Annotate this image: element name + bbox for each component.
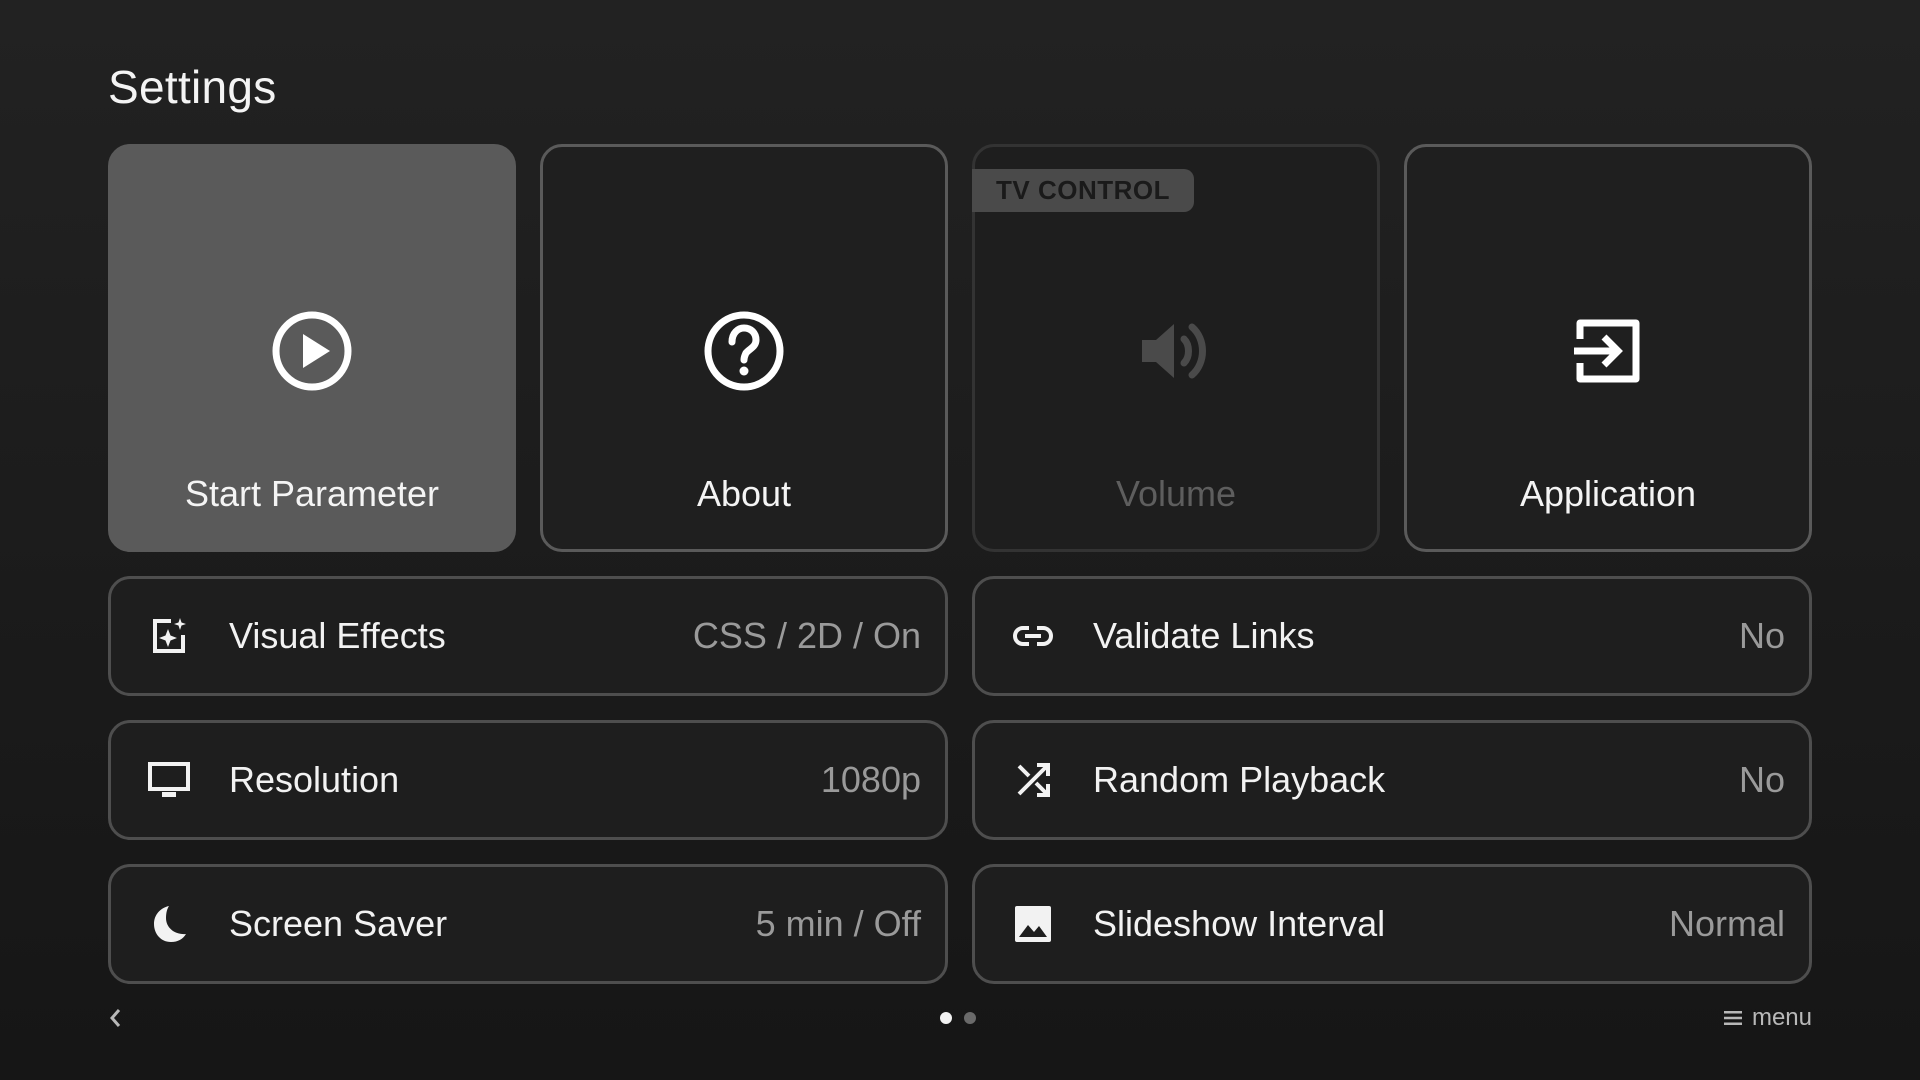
exit-to-app-icon [1564,307,1652,395]
page-indicator [940,1012,976,1024]
page-title: Settings [108,61,277,113]
setting-value: 5 min / Off [755,903,921,944]
setting-random-playback[interactable]: Random Playback No [972,720,1812,840]
sparkle-image-icon [147,614,191,658]
play-circle-icon [268,307,356,395]
setting-label: Validate Links [1093,615,1315,656]
tile-label: Start Parameter [184,473,440,514]
setting-value: No [1738,759,1785,800]
monitor-icon [147,758,191,802]
setting-value: Normal [1668,903,1785,944]
chevron-left-icon[interactable] [104,1003,126,1033]
setting-label: Visual Effects [229,615,446,656]
tile-grid: Start Parameter About TV CONTROL Volume [108,144,1812,552]
setting-label: Random Playback [1093,759,1386,800]
setting-label: Resolution [229,759,400,800]
link-icon [1011,614,1055,658]
setting-value: CSS / 2D / On [692,615,921,656]
page-dot [964,1012,976,1024]
setting-screen-saver[interactable]: Screen Saver 5 min / Off [108,864,948,984]
menu-label: menu [1751,1004,1812,1031]
settings-list: Visual Effects CSS / 2D / On Validate Li… [108,576,1812,984]
setting-label: Slideshow Interval [1093,903,1386,944]
setting-value: 1080p [820,759,921,800]
tile-volume[interactable]: TV CONTROL Volume [972,144,1380,552]
setting-visual-effects[interactable]: Visual Effects CSS / 2D / On [108,576,948,696]
page-dot-active [940,1012,952,1024]
setting-validate-links[interactable]: Validate Links No [972,576,1812,696]
shuffle-icon [1011,758,1055,802]
tile-application[interactable]: Application [1404,144,1812,552]
help-circle-icon [700,307,788,395]
setting-value: No [1738,615,1785,656]
hamburger-menu-icon [1723,1011,1742,1025]
setting-label: Screen Saver [229,903,448,944]
setting-slideshow-interval[interactable]: Slideshow Interval Normal [972,864,1812,984]
image-icon [1011,902,1055,946]
tile-about[interactable]: About [540,144,948,552]
volume-icon [1132,307,1220,395]
menu-button[interactable]: menu [1723,1004,1812,1032]
setting-resolution[interactable]: Resolution 1080p [108,720,948,840]
tile-label: About [696,473,792,514]
tile-start-parameter[interactable]: Start Parameter [108,144,516,552]
moon-icon [147,902,191,946]
tv-control-badge: TV CONTROL [972,169,1194,212]
tile-label: Volume [1115,473,1237,514]
tile-label: Application [1519,473,1697,514]
